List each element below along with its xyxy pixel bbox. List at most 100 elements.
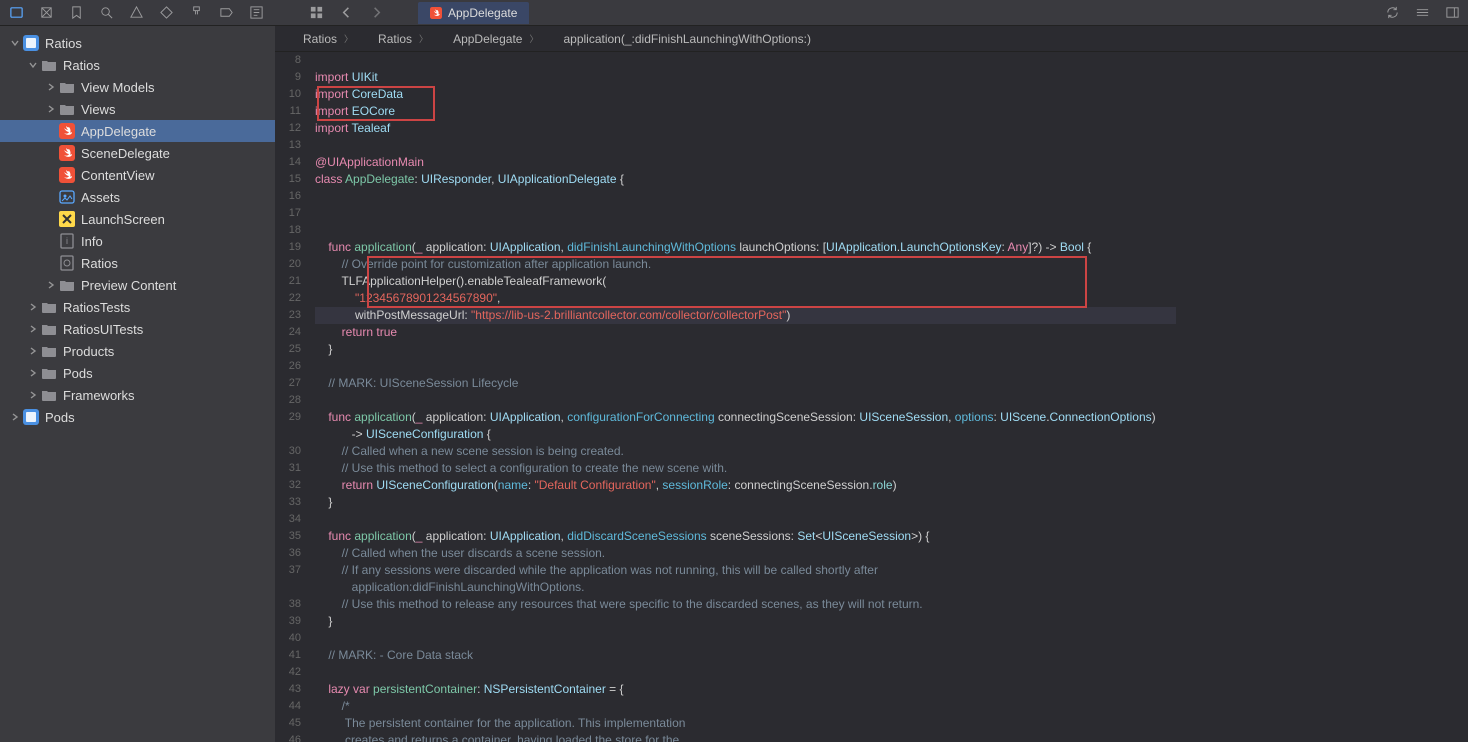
line-source[interactable]: The persistent container for the applica… <box>315 715 1176 732</box>
code-line[interactable]: 8 <box>275 52 1176 69</box>
code-line[interactable]: 43 lazy var persistentContainer: NSPersi… <box>275 681 1176 698</box>
code-line[interactable]: 23 withPostMessageUrl: "https://lib-us-2… <box>275 307 1176 324</box>
code-line[interactable]: 35 func application(_ application: UIApp… <box>275 528 1176 545</box>
tree-row-ratiosuitests[interactable]: RatiosUITests <box>0 318 275 340</box>
line-source[interactable]: // Override point for customization afte… <box>315 256 1176 273</box>
line-source[interactable]: TLFApplicationHelper().enableTealeafFram… <box>315 273 1176 290</box>
code-line[interactable]: 12import Tealeaf <box>275 120 1176 137</box>
line-source[interactable] <box>315 188 1176 205</box>
line-source[interactable]: func application(_ application: UIApplic… <box>315 528 1176 545</box>
line-source[interactable]: // If any sessions were discarded while … <box>315 562 1176 596</box>
tree-row-assets[interactable]: Assets <box>0 186 275 208</box>
code-line[interactable]: 21 TLFApplicationHelper().enableTealeafF… <box>275 273 1176 290</box>
line-source[interactable]: "12345678901234567890", <box>315 290 1176 307</box>
code-line[interactable]: 42 <box>275 664 1176 681</box>
code-line[interactable]: 37 // If any sessions were discarded whi… <box>275 562 1176 596</box>
code-line[interactable]: 34 <box>275 511 1176 528</box>
code-line[interactable]: 26 <box>275 358 1176 375</box>
code-line[interactable]: 29 func application(_ application: UIApp… <box>275 409 1176 443</box>
code-line[interactable]: 46 creates and returns a container, havi… <box>275 732 1176 742</box>
line-source[interactable]: import UIKit <box>315 69 1176 86</box>
tree-row-ratiostests[interactable]: RatiosTests <box>0 296 275 318</box>
code-line[interactable]: 44 /* <box>275 698 1176 715</box>
code-line[interactable]: 40 <box>275 630 1176 647</box>
line-source[interactable] <box>315 205 1176 222</box>
code-line[interactable]: 41 // MARK: - Core Data stack <box>275 647 1176 664</box>
line-source[interactable]: import Tealeaf <box>315 120 1176 137</box>
nav-test-icon[interactable] <box>158 5 174 21</box>
crumb-item[interactable]: application(_:didFinishLaunchingWithOpti… <box>563 32 810 46</box>
code-line[interactable]: 30 // Called when a new scene session is… <box>275 443 1176 460</box>
code-line[interactable]: 31 // Use this method to select a config… <box>275 460 1176 477</box>
code-line[interactable]: 32 return UISceneConfiguration(name: "De… <box>275 477 1176 494</box>
refresh-icon[interactable] <box>1384 5 1400 21</box>
forward-icon[interactable] <box>368 5 384 21</box>
line-source[interactable]: // Use this method to select a configura… <box>315 460 1176 477</box>
tree-row-scenedelegate[interactable]: SceneDelegate <box>0 142 275 164</box>
nav-find-icon[interactable] <box>98 5 114 21</box>
code-line[interactable]: 15class AppDelegate: UIResponder, UIAppl… <box>275 171 1176 188</box>
code-line[interactable]: 36 // Called when the user discards a sc… <box>275 545 1176 562</box>
tree-row-ratios[interactable]: Ratios <box>0 54 275 76</box>
code-line[interactable]: 19 func application(_ application: UIApp… <box>275 239 1176 256</box>
nav-issue-icon[interactable] <box>128 5 144 21</box>
code-line[interactable]: 22 "12345678901234567890", <box>275 290 1176 307</box>
nav-report-icon[interactable] <box>248 5 264 21</box>
project-navigator[interactable]: RatiosRatiosView ModelsViewsAppDelegateS… <box>0 26 275 742</box>
crumb-item[interactable]: AppDelegate <box>453 32 522 46</box>
line-source[interactable]: // Use this method to release any resour… <box>315 596 1176 613</box>
code-line[interactable]: 24 return true <box>275 324 1176 341</box>
tree-row-pods[interactable]: Pods <box>0 362 275 384</box>
line-source[interactable] <box>315 52 1176 69</box>
line-source[interactable]: return true <box>315 324 1176 341</box>
tree-row-ratios[interactable]: Ratios <box>0 252 275 274</box>
nav-breakpoint-icon[interactable] <box>218 5 234 21</box>
line-source[interactable]: func application(_ application: UIApplic… <box>315 409 1176 443</box>
grid-icon[interactable] <box>308 5 324 21</box>
code-line[interactable]: 20 // Override point for customization a… <box>275 256 1176 273</box>
code-line[interactable]: 14@UIApplicationMain <box>275 154 1176 171</box>
tree-row-contentview[interactable]: ContentView <box>0 164 275 186</box>
code-line[interactable]: 17 <box>275 205 1176 222</box>
line-source[interactable]: withPostMessageUrl: "https://lib-us-2.br… <box>315 307 1176 324</box>
nav-files-icon[interactable] <box>8 5 24 21</box>
tree-row-products[interactable]: Products <box>0 340 275 362</box>
line-source[interactable]: func application(_ application: UIApplic… <box>315 239 1176 256</box>
panels-icon[interactable] <box>1444 5 1460 21</box>
tree-row-launchscreen[interactable]: LaunchScreen <box>0 208 275 230</box>
line-source[interactable]: } <box>315 613 1176 630</box>
line-source[interactable]: /* <box>315 698 1176 715</box>
line-source[interactable]: } <box>315 341 1176 358</box>
code-line[interactable]: 27 // MARK: UISceneSession Lifecycle <box>275 375 1176 392</box>
code-line[interactable]: 25 } <box>275 341 1176 358</box>
line-source[interactable]: // Called when the user discards a scene… <box>315 545 1176 562</box>
code-line[interactable]: 10import CoreData <box>275 86 1176 103</box>
code-line[interactable]: 9import UIKit <box>275 69 1176 86</box>
code-line[interactable]: 39 } <box>275 613 1176 630</box>
code-line[interactable]: 13 <box>275 137 1176 154</box>
line-source[interactable]: // Called when a new scene session is be… <box>315 443 1176 460</box>
code-line[interactable]: 16 <box>275 188 1176 205</box>
line-source[interactable]: creates and returns a container, having … <box>315 732 1176 742</box>
line-source[interactable]: import EOCore <box>315 103 1176 120</box>
line-source[interactable] <box>315 137 1176 154</box>
line-source[interactable] <box>315 664 1176 681</box>
code-line[interactable]: 11import EOCore <box>275 103 1176 120</box>
crumb-item[interactable]: Ratios <box>303 32 337 46</box>
line-source[interactable]: lazy var persistentContainer: NSPersiste… <box>315 681 1176 698</box>
line-source[interactable]: import CoreData <box>315 86 1176 103</box>
code-line[interactable]: 45 The persistent container for the appl… <box>275 715 1176 732</box>
tree-row-frameworks[interactable]: Frameworks <box>0 384 275 406</box>
back-icon[interactable] <box>338 5 354 21</box>
adjust-icon[interactable] <box>1414 5 1430 21</box>
line-source[interactable]: // MARK: - Core Data stack <box>315 647 1176 664</box>
line-source[interactable]: } <box>315 494 1176 511</box>
line-source[interactable]: class AppDelegate: UIResponder, UIApplic… <box>315 171 1176 188</box>
tree-row-appdelegate[interactable]: AppDelegate <box>0 120 275 142</box>
code-line[interactable]: 33 } <box>275 494 1176 511</box>
line-source[interactable] <box>315 511 1176 528</box>
code-area[interactable]: 89import UIKit10import CoreData11import … <box>275 52 1468 742</box>
nav-bookmark-icon[interactable] <box>68 5 84 21</box>
line-source[interactable] <box>315 630 1176 647</box>
code-line[interactable]: 28 <box>275 392 1176 409</box>
